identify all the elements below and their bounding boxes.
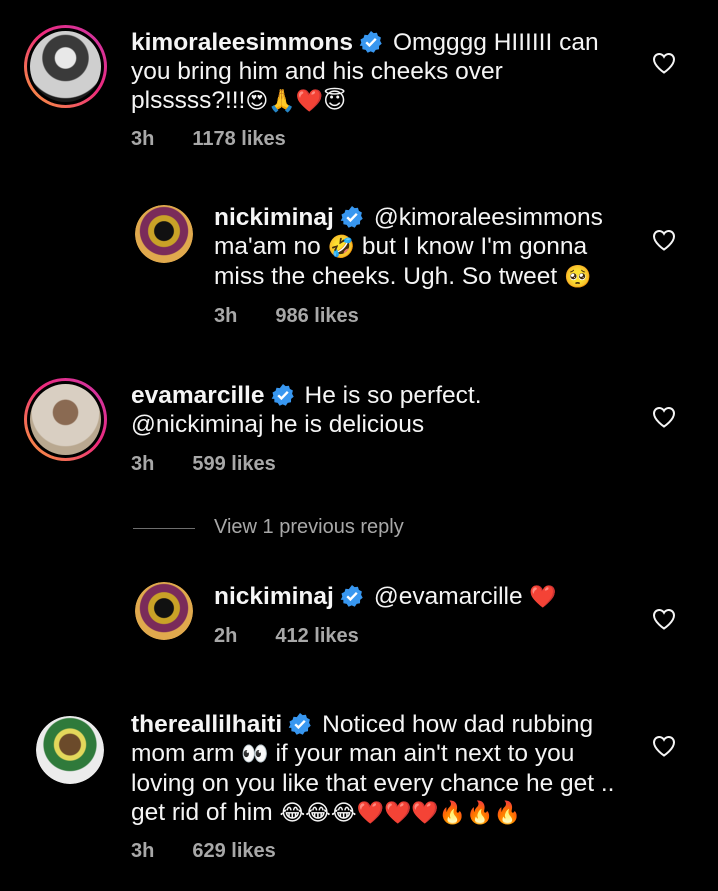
heart-icon[interactable] <box>652 229 676 251</box>
timestamp: 3h <box>131 840 155 862</box>
likes-count[interactable]: 599 likes <box>192 453 275 475</box>
avatar-nickiminaj[interactable] <box>135 205 193 263</box>
username[interactable]: kimoraleesimmons <box>131 29 353 56</box>
comment-text: evamarcille He is so perfect. @nickiminaj… <box>131 382 482 438</box>
view-replies-label[interactable]: View 1 previous reply <box>214 516 404 539</box>
verified-icon <box>340 585 363 607</box>
divider-line <box>133 528 195 529</box>
verified-icon <box>271 384 294 406</box>
comment-meta: 3h 986 likes <box>214 305 359 328</box>
mention-link[interactable]: @evamarcille <box>374 583 523 610</box>
likes-count[interactable]: 629 likes <box>192 840 275 862</box>
emoji: 🥺 <box>563 265 592 290</box>
likes-count[interactable]: 986 likes <box>275 305 358 327</box>
avatar-kimoraleesimmons[interactable] <box>24 25 107 108</box>
username[interactable]: evamarcille <box>131 382 265 409</box>
timestamp: 3h <box>214 305 238 327</box>
comment-text: nickiminaj @kimoraleesimmons ma'am no 🤣 b… <box>214 204 603 290</box>
emoji: 🤣 <box>327 235 356 260</box>
timestamp: 3h <box>131 453 155 475</box>
avatar-nickiminaj[interactable] <box>135 582 193 640</box>
verified-icon <box>288 713 311 735</box>
username[interactable]: thereallilhaiti <box>131 711 282 738</box>
comment-meta: 3h 1178 likes <box>131 128 286 151</box>
likes-count[interactable]: 412 likes <box>275 625 358 647</box>
emoji: 😍🙏❤️😇 <box>245 89 347 114</box>
comment-text: kimoraleesimmons Omgggg HIIIIII can you b… <box>131 29 599 114</box>
heart-icon[interactable] <box>652 608 676 630</box>
emoji: ❤️ <box>529 585 557 610</box>
likes-count[interactable]: 1178 likes <box>192 128 285 150</box>
comment-meta: 3h 629 likes <box>131 840 276 863</box>
timestamp: 3h <box>131 128 155 150</box>
avatar-evamarcille[interactable] <box>24 378 107 461</box>
heart-icon[interactable] <box>652 406 676 428</box>
comment-meta: 2h 412 likes <box>214 625 359 648</box>
mention-link[interactable]: @kimoraleesimmons <box>374 204 603 231</box>
comment-text: thereallilhaiti Noticed how dad rubbing m… <box>131 711 615 826</box>
emoji: 😂😂😂❤️❤️❤️🔥🔥🔥 <box>279 801 521 826</box>
timestamp: 2h <box>214 625 238 647</box>
heart-icon[interactable] <box>652 52 676 74</box>
username[interactable]: nickiminaj <box>214 583 334 610</box>
comment-text: nickiminaj @evamarcille ❤️ <box>214 582 694 612</box>
verified-icon <box>340 206 363 228</box>
verified-icon <box>359 31 382 53</box>
username[interactable]: nickiminaj <box>214 204 334 231</box>
emoji: 👀 <box>241 742 269 767</box>
avatar-thereallilhaiti[interactable] <box>36 716 104 784</box>
heart-icon[interactable] <box>652 735 676 757</box>
comment-meta: 3h 599 likes <box>131 453 276 476</box>
view-previous-replies-button[interactable]: View 1 previous reply <box>133 516 533 542</box>
